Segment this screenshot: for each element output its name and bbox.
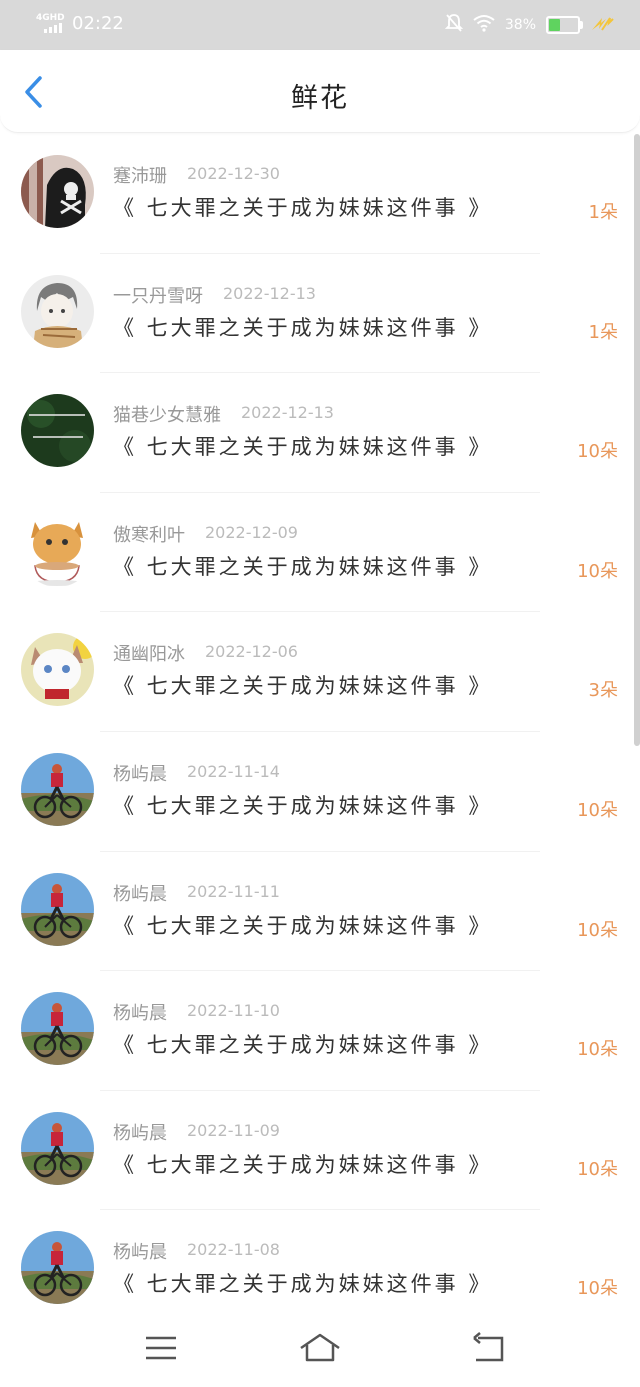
- system-back-button[interactable]: [470, 1332, 506, 1368]
- book-title: 《 七大罪之关于成为妹妹这件事 》: [113, 793, 493, 818]
- avatar-green-text[interactable]: [21, 394, 94, 468]
- book-title: 《 七大罪之关于成为妹妹这件事 》: [113, 196, 493, 220]
- flower-count: 3朵: [588, 680, 618, 702]
- gift-date: 2022-12-06: [205, 642, 298, 662]
- gift-date: 2022-12-30: [187, 164, 280, 183]
- list-item[interactable]: 猫巷少女慧雅 2022-12-13 《 七大罪之关于成为妹妹这件事 》 10朵: [0, 373, 640, 493]
- book-title: 《 七大罪之关于成为妹妹这件事 》: [113, 674, 493, 699]
- user-name: 杨屿晨: [113, 1003, 167, 1025]
- list-item[interactable]: 傲寒利叶 2022-12-09 《 七大罪之关于成为妹妹这件事 》 10朵: [0, 493, 640, 613]
- status-right: 38%: [444, 13, 614, 37]
- nav-bar: [0, 1310, 640, 1387]
- book-title: 《 七大罪之关于成为妹妹这件事 》: [113, 1033, 493, 1058]
- back-icon: [473, 1332, 504, 1362]
- gift-date: 2022-11-11: [187, 881, 280, 901]
- header: 鲜花: [0, 50, 640, 133]
- list-item[interactable]: 蹇沛珊 2022-12-30 《 七大罪之关于成为妹妹这件事 》 1朵: [0, 134, 640, 254]
- battery-fill: [549, 19, 561, 31]
- user-name: 杨屿晨: [113, 1242, 167, 1264]
- avatar-skull-hoodie[interactable]: [21, 155, 94, 228]
- screen: 4GHD 02:22 38% 鲜花 蹇沛珊 2022-12-30 《 七大罪之关…: [0, 0, 640, 1387]
- avatar-cyclist[interactable]: [21, 872, 94, 946]
- list-item[interactable]: 杨屿晨 2022-11-14 《 七大罪之关于成为妹妹这件事 》 10朵: [0, 732, 640, 852]
- gift-date: 2022-12-13: [241, 403, 334, 423]
- mute-icon: [444, 13, 464, 37]
- user-name: 杨屿晨: [113, 763, 167, 785]
- menu-icon: [146, 1336, 176, 1360]
- battery-percent: 38%: [504, 17, 536, 33]
- charging-icon: [590, 14, 614, 36]
- book-title: 《 七大罪之关于成为妹妹这件事 》: [113, 435, 493, 460]
- list-item[interactable]: 杨屿晨 2022-11-09 《 七大罪之关于成为妹妹这件事 》 10朵: [0, 1091, 640, 1211]
- network-label: 4GHD: [36, 13, 65, 23]
- user-name: 一只丹雪呀: [113, 285, 203, 307]
- gift-date: 2022-11-14: [187, 761, 280, 781]
- user-name: 猫巷少女慧雅: [113, 405, 221, 427]
- gift-date: 2022-11-08: [187, 1240, 280, 1260]
- user-name: 蹇沛珊: [113, 166, 167, 187]
- gift-date: 2022-12-09: [205, 522, 298, 542]
- list-item[interactable]: 杨屿晨 2022-11-11 《 七大罪之关于成为妹妹这件事 》 10朵: [0, 852, 640, 972]
- flower-count: 10朵: [577, 1278, 618, 1300]
- flower-count: 1朵: [588, 202, 618, 223]
- avatar-white-cat[interactable]: [21, 633, 94, 707]
- flower-count: 10朵: [577, 560, 618, 582]
- status-bar: 4GHD 02:22 38%: [0, 0, 640, 50]
- wifi-icon: [473, 14, 495, 36]
- book-title: 《 七大罪之关于成为妹妹这件事 》: [113, 554, 493, 579]
- flower-count: 10朵: [577, 1158, 618, 1180]
- flower-count: 10朵: [577, 441, 618, 463]
- user-name: 杨屿晨: [113, 883, 167, 905]
- battery-icon: [546, 16, 583, 34]
- network-indicator: 4GHD: [36, 11, 66, 35]
- flower-count: 10朵: [577, 1039, 618, 1061]
- book-title: 《 七大罪之关于成为妹妹这件事 》: [113, 1272, 493, 1297]
- list-item[interactable]: 杨屿晨 2022-11-10 《 七大罪之关于成为妹妹这件事 》 10朵: [0, 971, 640, 1091]
- home-button[interactable]: [298, 1332, 342, 1368]
- list-item[interactable]: 通幽阳冰 2022-12-06 《 七大罪之关于成为妹妹这件事 》 3朵: [0, 612, 640, 732]
- gift-date: 2022-11-09: [187, 1120, 280, 1140]
- book-title: 《 七大罪之关于成为妹妹这件事 》: [113, 315, 493, 340]
- book-title: 《 七大罪之关于成为妹妹这件事 》: [113, 913, 493, 938]
- user-name: 通幽阳冰: [113, 644, 185, 666]
- gift-date: 2022-12-13: [223, 283, 316, 303]
- avatar-cyclist[interactable]: [21, 1231, 94, 1305]
- avatar-cat-teacup[interactable]: [21, 513, 94, 587]
- user-name: 傲寒利叶: [113, 524, 185, 546]
- flower-count: 10朵: [577, 919, 618, 941]
- home-icon: [300, 1333, 340, 1362]
- list-item[interactable]: 一只丹雪呀 2022-12-13 《 七大罪之关于成为妹妹这件事 》 1朵: [0, 254, 640, 374]
- scrollbar[interactable]: [634, 134, 640, 746]
- book-title: 《 七大罪之关于成为妹妹这件事 》: [113, 1152, 493, 1177]
- signal-icon: [44, 23, 62, 33]
- user-name: 杨屿晨: [113, 1122, 167, 1144]
- avatar-anime-boy-scarf[interactable]: [21, 274, 94, 348]
- flower-count: 1朵: [588, 321, 618, 343]
- gift-date: 2022-11-10: [187, 1001, 280, 1021]
- status-left: 4GHD 02:22: [36, 11, 124, 35]
- page-title: 鲜花: [291, 83, 349, 114]
- avatar-cyclist[interactable]: [21, 752, 94, 826]
- status-time: 02:22: [72, 12, 124, 34]
- menu-button[interactable]: [144, 1332, 178, 1368]
- avatar-cyclist[interactable]: [21, 992, 94, 1066]
- flower-list: 蹇沛珊 2022-12-30 《 七大罪之关于成为妹妹这件事 》 1朵 一只丹雪…: [0, 134, 640, 1330]
- avatar-cyclist[interactable]: [21, 1111, 94, 1185]
- flower-count: 10朵: [577, 799, 618, 821]
